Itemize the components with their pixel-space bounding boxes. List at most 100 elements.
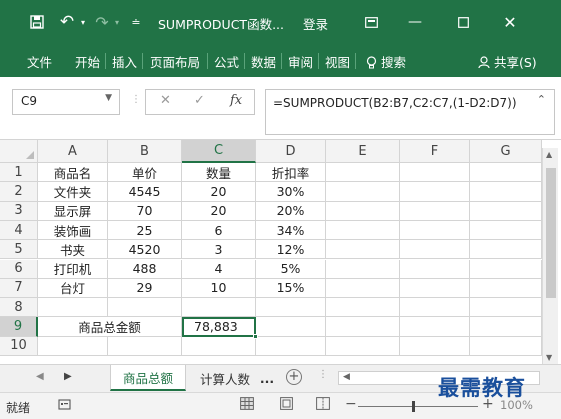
scroll-up-icon[interactable]: ▲ xyxy=(546,150,552,159)
tab-page-layout[interactable]: 页面布局 xyxy=(150,52,200,71)
row-header-4[interactable]: 4 xyxy=(0,220,38,241)
grid-cell[interactable] xyxy=(256,298,326,318)
grid-cell[interactable] xyxy=(470,298,542,318)
table-cell[interactable]: 文件夹 xyxy=(38,182,108,202)
page-layout-view-icon[interactable] xyxy=(280,397,293,414)
table-cell[interactable]: 3 xyxy=(182,240,256,260)
vertical-scrollbar[interactable]: ▲ ▼ xyxy=(542,148,558,364)
table-cell[interactable]: 29 xyxy=(108,278,182,299)
table-cell[interactable]: 12% xyxy=(256,240,326,260)
cancel-icon[interactable]: ✕ xyxy=(160,93,171,108)
formula-input[interactable]: =SUMPRODUCT(B2:B7,C2:C7,(1-D2:D7)) ⌃ xyxy=(265,89,555,135)
chevron-down-icon[interactable]: ▼ xyxy=(105,93,112,103)
scrollbar-thumb[interactable] xyxy=(546,168,556,298)
enter-check-icon[interactable]: ✓ xyxy=(194,93,205,108)
save-icon[interactable] xyxy=(26,0,48,44)
collapse-formula-bar-icon[interactable]: ⌃ xyxy=(537,93,546,106)
row-header-5[interactable]: 5 xyxy=(0,240,38,260)
sheet-next-icon[interactable]: ▶ xyxy=(64,371,72,382)
grid-cell[interactable] xyxy=(326,163,400,183)
grid-cell[interactable] xyxy=(470,317,542,337)
tell-me-search[interactable]: 搜索 xyxy=(366,52,406,71)
page-break-view-icon[interactable] xyxy=(316,397,330,414)
table-cell[interactable]: 15% xyxy=(256,278,326,299)
grid-cell[interactable] xyxy=(400,201,470,221)
grid-cell[interactable] xyxy=(470,240,542,260)
login-link[interactable]: 登录 xyxy=(303,14,328,33)
table-cell[interactable]: 4545 xyxy=(108,182,182,202)
add-sheet-icon[interactable]: + xyxy=(286,369,302,385)
total-value-cell[interactable]: 78,883 xyxy=(182,317,256,337)
grid-cell[interactable] xyxy=(470,278,542,299)
table-header-cell[interactable]: 数量 xyxy=(182,163,256,183)
table-cell[interactable]: 20% xyxy=(256,201,326,221)
grid-cell[interactable] xyxy=(326,336,400,356)
grid-cell[interactable] xyxy=(400,317,470,337)
grid-cell[interactable] xyxy=(38,336,108,356)
row-header-7[interactable]: 7 xyxy=(0,278,38,299)
tab-data[interactable]: 数据 xyxy=(251,52,276,71)
grid-cell[interactable] xyxy=(326,298,400,318)
zoom-out-icon[interactable]: − xyxy=(345,396,357,412)
table-cell[interactable]: 4520 xyxy=(108,240,182,260)
macro-record-icon[interactable] xyxy=(58,398,71,415)
grid-cell[interactable] xyxy=(326,259,400,279)
table-cell[interactable]: 4 xyxy=(182,259,256,279)
sheet-prev-icon[interactable]: ◀ xyxy=(36,371,44,382)
name-box[interactable]: C9 ▼ xyxy=(12,89,120,115)
table-cell[interactable]: 20 xyxy=(182,182,256,202)
grid-cell[interactable] xyxy=(470,163,542,183)
zoom-slider-track[interactable] xyxy=(358,406,478,407)
fill-handle[interactable] xyxy=(253,333,258,339)
grid-cell[interactable] xyxy=(182,298,256,318)
share-button[interactable]: 共享(S) xyxy=(478,52,537,71)
table-cell[interactable]: 台灯 xyxy=(38,278,108,299)
grid-cell[interactable] xyxy=(256,336,326,356)
insert-function-icon[interactable]: fx xyxy=(230,93,242,108)
grid-cell[interactable] xyxy=(470,220,542,241)
row-header-9[interactable]: 9 xyxy=(0,317,38,337)
column-header-e[interactable]: E xyxy=(326,140,400,163)
tab-home[interactable]: 开始 xyxy=(75,52,100,71)
grid-cell[interactable] xyxy=(38,298,108,318)
select-all-corner[interactable] xyxy=(0,140,38,163)
grid-cell[interactable] xyxy=(470,201,542,221)
table-cell[interactable]: 20 xyxy=(182,201,256,221)
grid-cell[interactable] xyxy=(326,317,400,337)
row-header-2[interactable]: 2 xyxy=(0,182,38,202)
split-handle-icon[interactable]: ⋮ xyxy=(318,369,328,380)
maximize-icon[interactable] xyxy=(450,0,476,44)
table-header-cell[interactable]: 单价 xyxy=(108,163,182,183)
grid-cell[interactable] xyxy=(326,240,400,260)
tab-file[interactable]: 文件 xyxy=(27,52,52,71)
grid-cell[interactable] xyxy=(326,278,400,299)
table-cell[interactable]: 25 xyxy=(108,220,182,241)
table-cell[interactable]: 34% xyxy=(256,220,326,241)
tab-view[interactable]: 视图 xyxy=(325,52,350,71)
table-cell[interactable]: 6 xyxy=(182,220,256,241)
table-cell[interactable]: 488 xyxy=(108,259,182,279)
grid-cell[interactable] xyxy=(470,336,542,356)
table-cell[interactable]: 70 xyxy=(108,201,182,221)
scroll-left-icon[interactable]: ◀ xyxy=(343,372,350,382)
grid-cell[interactable] xyxy=(400,336,470,356)
grid-cell[interactable] xyxy=(400,240,470,260)
table-cell[interactable]: 打印机 xyxy=(38,259,108,279)
grid-cell[interactable] xyxy=(182,336,256,356)
grid-cell[interactable] xyxy=(108,336,182,356)
table-header-cell[interactable]: 折扣率 xyxy=(256,163,326,183)
grid-cell[interactable] xyxy=(256,317,326,337)
sheet-tab-active[interactable]: 商品总额 xyxy=(110,365,186,391)
scroll-down-icon[interactable]: ▼ xyxy=(546,353,552,362)
row-header-10[interactable]: 10 xyxy=(0,336,38,356)
grid-cell[interactable] xyxy=(400,259,470,279)
table-cell[interactable]: 10 xyxy=(182,278,256,299)
table-cell[interactable]: 书夹 xyxy=(38,240,108,260)
column-header-c[interactable]: C xyxy=(182,140,256,163)
undo-dropdown-icon[interactable]: ▾ xyxy=(78,0,88,44)
table-cell[interactable]: 装饰画 xyxy=(38,220,108,241)
sheet-tab[interactable]: 计算人数 xyxy=(192,365,258,391)
customize-toolbar-icon[interactable]: ≐ xyxy=(128,0,144,44)
undo-icon[interactable]: ↶ xyxy=(56,0,78,44)
grid-cell[interactable] xyxy=(400,298,470,318)
